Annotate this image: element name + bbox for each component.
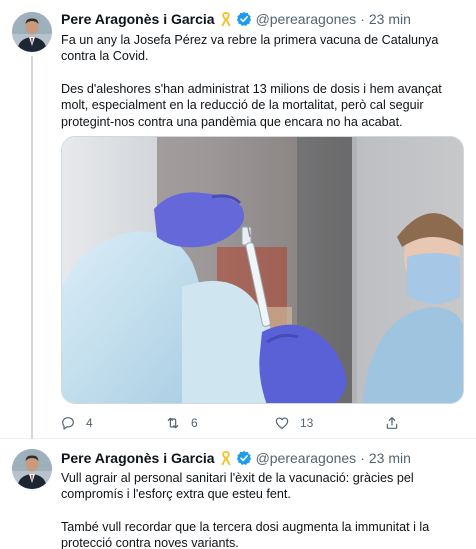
author-name[interactable]: Pere Aragonès i Garcia [61,11,215,27]
author-avatar[interactable] [12,12,52,52]
tweet-paragraph: Fa un any la Josefa Pérez va rebre la pr… [61,33,439,64]
author-handle[interactable]: @perearagones [256,450,357,466]
verified-badge-icon [236,450,252,466]
tweet[interactable]: Pere Aragonès i Garcia @perearagones · 2… [0,440,476,549]
tweet-header: Pere Aragonès i Garcia @perearagones · 2… [61,449,411,467]
meta-separator: · [360,450,365,466]
meta-separator: · [360,11,365,27]
retweet-icon [167,417,179,429]
tweet-text: Fa un any la Josefa Pérez va rebre la pr… [61,32,466,146]
tweet-timestamp[interactable]: 23 min [369,11,411,27]
avatar-image [12,449,52,489]
author-handle[interactable]: @perearagones [256,11,357,27]
author-avatar[interactable] [12,449,52,489]
avatar-image [12,12,52,52]
tweet-timestamp[interactable]: 23 min [369,450,411,466]
verified-badge-icon [236,11,252,27]
like-count: 13 [300,416,314,430]
retweet-count: 6 [191,416,198,430]
like-button[interactable]: 13 [274,412,313,434]
vaccine-photo [62,137,463,403]
tweet-text: Vull agrair al personal sanitari l'èxit … [61,470,466,549]
tweet-actions-bar: 4 6 13 [55,412,405,434]
reply-button[interactable]: 4 [60,412,93,434]
heart-icon [275,417,289,429]
tweet[interactable]: Pere Aragonès i Garcia @perearagones · 2… [0,0,476,439]
tweet-paragraph: Des d'aleshores s'han administrat 13 mil… [61,81,442,129]
tweet-header: Pere Aragonès i Garcia @perearagones · 2… [61,10,411,28]
thread-connector-line [31,56,33,439]
reply-count: 4 [86,416,93,430]
author-name[interactable]: Pere Aragonès i Garcia [61,450,215,466]
retweet-button[interactable]: 6 [165,412,198,434]
yellow-ribbon-icon [220,450,232,466]
share-button[interactable] [384,412,400,434]
tweet-photo[interactable] [61,136,464,404]
yellow-ribbon-icon [220,11,232,27]
tweet-paragraph: Vull agrair al personal sanitari l'èxit … [61,471,414,502]
share-icon [386,417,398,429]
reply-icon [62,417,74,430]
tweet-paragraph: També vull recordar que la tercera dosi … [61,519,430,549]
